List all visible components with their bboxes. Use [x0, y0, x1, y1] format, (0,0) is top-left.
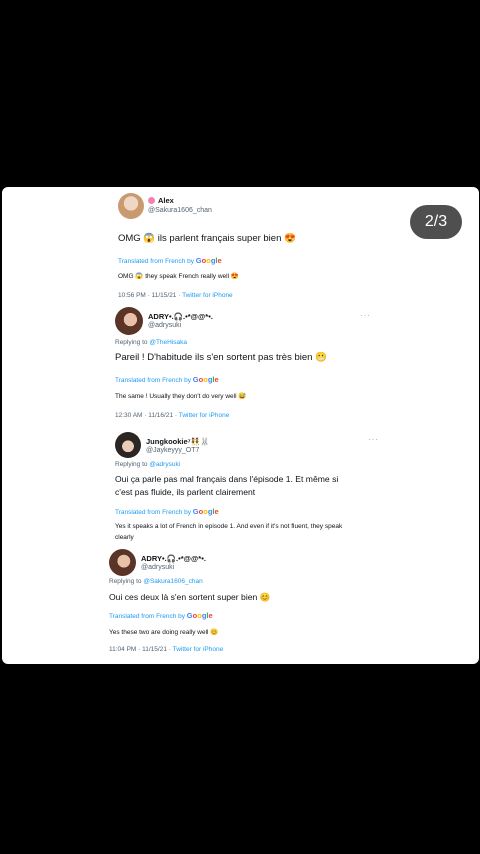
replying-to: Replying to @TheHisaka: [115, 339, 188, 346]
translation-text: The same ! Usually they don't do very we…: [115, 393, 247, 400]
tweet-text: Pareil ! D'habitude ils s'en sortent pas…: [115, 352, 327, 363]
avatar[interactable]: [109, 549, 136, 576]
tweet-timestamp: 12:30 AM · 11/16/21 · Twitter for iPhone: [115, 412, 230, 419]
translation-text: Yes these two are doing really well 😊: [109, 629, 219, 636]
tweet-screenshot-card: Alex @Sakura1606_chan OMG 😱 ils parlent …: [2, 187, 479, 664]
tweet-text: Oui ces deux là s'en sortent super bien …: [109, 592, 271, 602]
image-counter: 2/3: [410, 205, 462, 239]
translated-label: Translated from French by Google: [109, 611, 213, 620]
tweet-text-line-1: Oui ça parle pas mal français dans l'épi…: [115, 474, 339, 484]
translated-label: Translated from French by Google: [115, 375, 219, 384]
translation-text-line-1: Yes it speaks a lot of French in episode…: [115, 523, 343, 530]
author-handle[interactable]: @adrysuki: [148, 322, 181, 329]
author-name[interactable]: ADRY•.🎧.•*@@*•.: [141, 554, 206, 563]
translation-text: OMG 😱 they speak French really well 😍: [118, 273, 239, 280]
avatar[interactable]: [115, 307, 143, 335]
more-options-icon[interactable]: ···: [360, 311, 371, 320]
flower-icon: [148, 197, 155, 204]
author-handle[interactable]: @adrysuki: [141, 564, 174, 571]
more-options-icon[interactable]: ···: [368, 435, 379, 444]
tweet-text: OMG 😱 ils parlent français super bien 😍: [118, 233, 296, 244]
tweet-timestamp: 10:56 PM · 11/15/21 · Twitter for iPhone: [118, 292, 233, 299]
replying-to: Replying to @Sakura1606_chan: [109, 578, 203, 585]
replying-to: Replying to @adrysuki: [115, 461, 181, 468]
avatar[interactable]: [115, 432, 141, 458]
author-name[interactable]: Jungkookie⁷👯🐰: [146, 437, 209, 446]
translated-label: Translated from French by Google: [115, 507, 219, 516]
avatar[interactable]: [118, 193, 144, 219]
tweet-timestamp: 11:04 PM · 11/15/21 · Twitter for iPhone: [109, 646, 224, 653]
author-handle[interactable]: @Sakura1606_chan: [148, 207, 212, 214]
tweet-text-line-2: c'est pas fluide, ils parlent clairement: [115, 487, 256, 497]
author-name[interactable]: ADRY•.🎧.•*@@*•.: [148, 312, 213, 321]
translation-text-line-2: clearly: [115, 534, 134, 541]
translated-label: Translated from French by Google: [118, 256, 222, 265]
author-name[interactable]: Alex: [148, 196, 174, 205]
author-handle[interactable]: @Jaykeyyy_OT7: [146, 447, 199, 454]
